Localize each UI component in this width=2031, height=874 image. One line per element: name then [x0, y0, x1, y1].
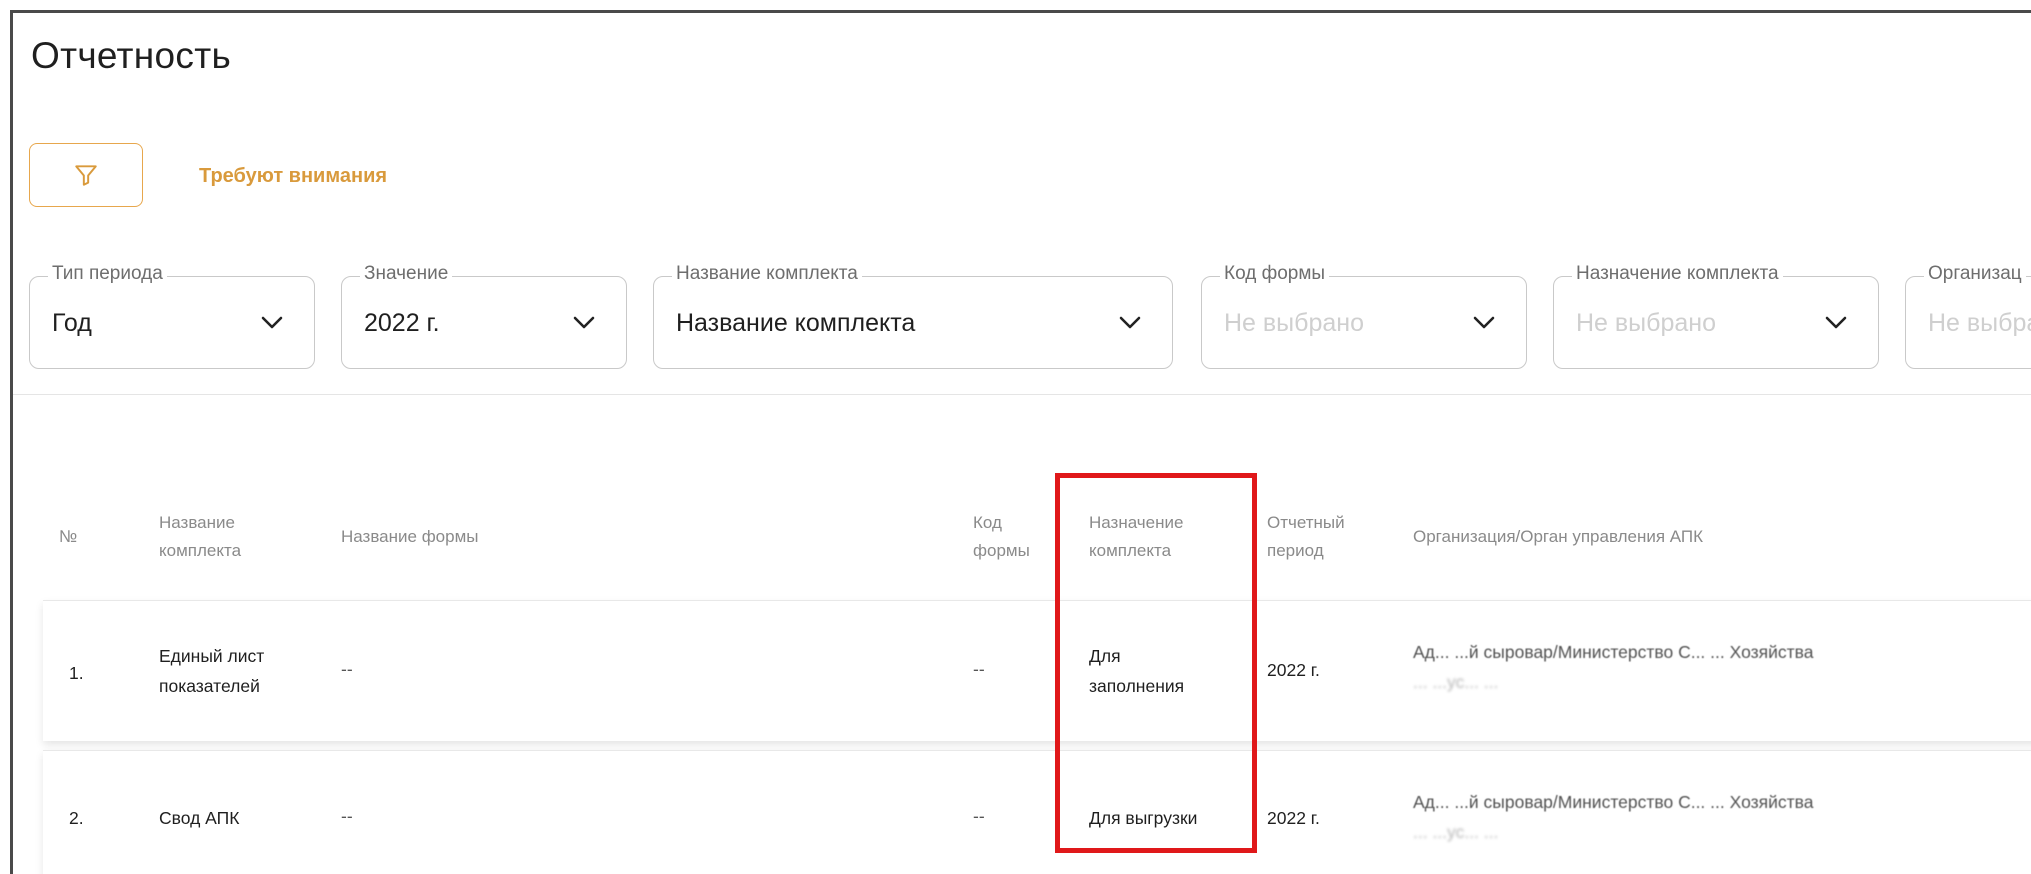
row-num: 1.: [69, 663, 84, 683]
report-page: Отчетность Требуют внимания Тип периода …: [10, 10, 2031, 874]
row-organization-line1: Ад... ...й сыровар/Министерство С... ...…: [1413, 642, 1814, 662]
organization-value: Не выбра: [1928, 309, 2031, 337]
section-divider: [13, 394, 2031, 395]
period-type-label: Тип периода: [48, 263, 167, 285]
period-value-value: 2022 г.: [364, 309, 440, 337]
header-form-name[interactable]: Название формы: [341, 523, 479, 551]
kit-name-value: Название комплекта: [676, 309, 916, 337]
row-kit-purpose-line1: Для выгрузки: [1089, 808, 1198, 828]
period-value-select[interactable]: Значение 2022 г.: [341, 263, 627, 369]
filter-button[interactable]: [29, 143, 143, 207]
chevron-down-icon: [261, 316, 283, 329]
row-organization: Ад... ...й сыровар/Министерство С... ...…: [1413, 787, 1813, 847]
organization-select[interactable]: Организац Не выбра: [1905, 263, 2031, 369]
row-organization-line1: Ад... ...й сыровар/Министерство С... ...…: [1413, 792, 1814, 812]
row-kit-name-line1: Свод АПК: [159, 808, 240, 828]
funnel-icon: [75, 165, 97, 186]
row-num: 2.: [69, 808, 84, 828]
header-kit-name[interactable]: Название комплекта: [159, 509, 241, 565]
period-value-label: Значение: [360, 263, 453, 285]
header-kit-name-line1: Название: [159, 513, 235, 532]
row-kit-purpose: Для выгрузки: [1089, 803, 1197, 833]
header-report-period-line2: период: [1267, 541, 1324, 560]
header-report-period[interactable]: Отчетный период: [1267, 509, 1345, 565]
organization-label: Организац: [1924, 263, 2026, 285]
row-kit-name: Свод АПК: [159, 803, 239, 833]
row-kit-purpose-line2: заполнения: [1089, 676, 1185, 696]
row-organization: Ад... ...й сыровар/Министерство С... ...…: [1413, 637, 1813, 697]
row-form-code: --: [973, 806, 985, 826]
kit-name-select[interactable]: Название комплекта Название комплекта: [653, 263, 1173, 369]
header-form-code-line1: Код: [973, 513, 1002, 532]
kit-purpose-label: Назначение комплекта: [1572, 263, 1783, 285]
row-kit-name: Единый лист показателей: [159, 641, 264, 701]
row-form-name: --: [341, 659, 353, 679]
header-kit-purpose[interactable]: Назначение комплекта: [1089, 509, 1183, 565]
table-row[interactable]: 2. Свод АПК -- -- Для выгрузки 2022 г. А…: [43, 750, 2031, 874]
header-num: №: [59, 527, 78, 546]
form-code-value: Не выбрано: [1224, 309, 1364, 337]
chevron-down-icon: [1825, 316, 1847, 329]
kit-purpose-value: Не выбрано: [1576, 309, 1716, 337]
kit-name-label: Название комплекта: [672, 263, 862, 285]
row-organization-line2: ... ...ус... ...: [1413, 672, 1499, 692]
row-organization-line2: ... ...ус... ...: [1413, 822, 1499, 842]
row-report-period: 2022 г.: [1267, 808, 1320, 828]
form-code-label: Код формы: [1220, 263, 1330, 285]
header-form-code[interactable]: Код формы: [973, 509, 1030, 565]
chevron-down-icon: [1473, 316, 1495, 329]
period-type-select[interactable]: Тип периода Год: [29, 263, 315, 369]
header-kit-purpose-line1: Назначение: [1089, 513, 1184, 532]
row-kit-name-line1: Единый лист: [159, 646, 265, 666]
header-organization[interactable]: Организация/Орган управления АПК: [1413, 523, 1703, 551]
page-title: Отчетность: [31, 35, 232, 76]
row-form-code: --: [973, 659, 985, 679]
form-code-select[interactable]: Код формы Не выбрано: [1201, 263, 1527, 369]
header-form-code-line2: формы: [973, 541, 1030, 560]
row-report-period: 2022 г.: [1267, 660, 1320, 680]
row-form-name: --: [341, 806, 353, 826]
needs-attention-link[interactable]: Требуют внимания: [199, 165, 387, 188]
chevron-down-icon: [573, 316, 595, 329]
row-kit-purpose: Для заполнения: [1089, 641, 1184, 701]
row-kit-purpose-line1: Для: [1089, 646, 1121, 666]
kit-purpose-select[interactable]: Назначение комплекта Не выбрано: [1553, 263, 1879, 369]
header-report-period-line1: Отчетный: [1267, 513, 1345, 532]
row-kit-name-line2: показателей: [159, 676, 260, 696]
table-row[interactable]: 1. Единый лист показателей -- -- Для зап…: [43, 600, 2031, 741]
header-kit-name-line2: комплекта: [159, 541, 242, 560]
period-type-value: Год: [52, 309, 92, 337]
header-kit-purpose-line2: комплекта: [1089, 541, 1172, 560]
chevron-down-icon: [1119, 316, 1141, 329]
